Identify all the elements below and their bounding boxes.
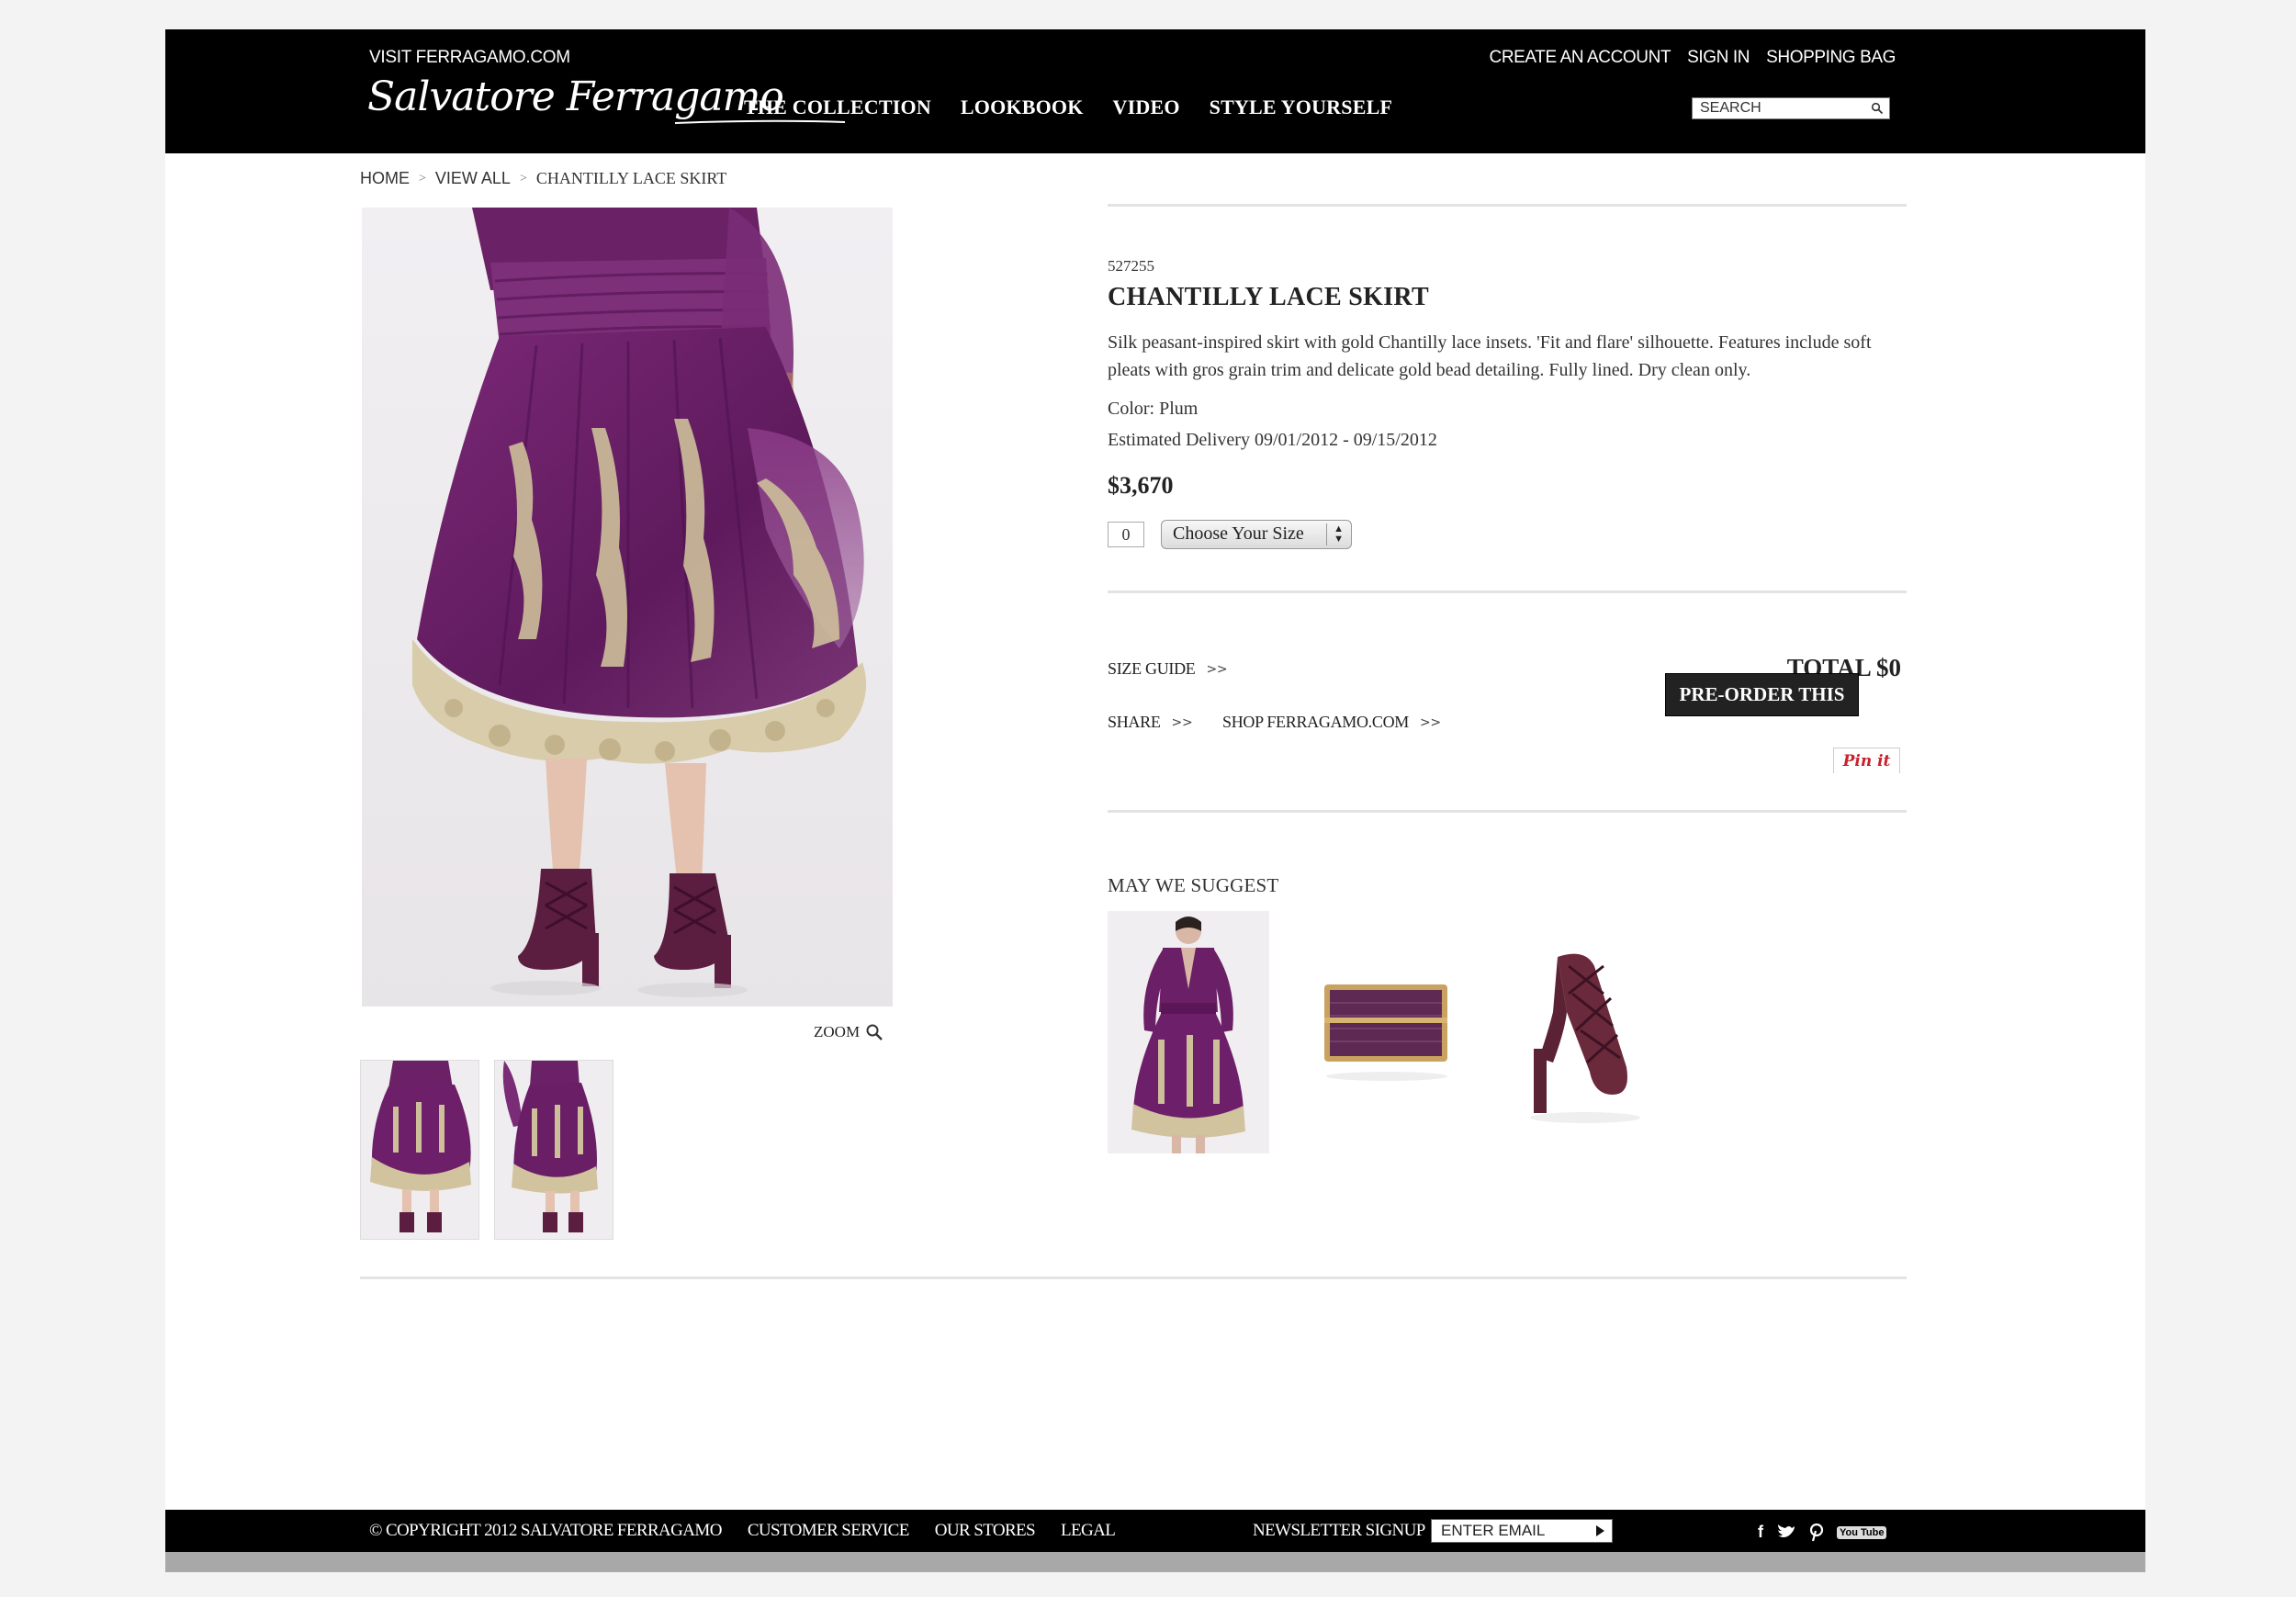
suggestion-dress[interactable] <box>1108 911 1269 1153</box>
dress-photo <box>1108 911 1269 1153</box>
quantity-field[interactable]: 0 <box>1108 522 1144 547</box>
suggestion-sandal[interactable] <box>1503 911 1664 1153</box>
estimated-delivery: Estimated Delivery 09/01/2012 - 09/15/20… <box>1108 430 1437 450</box>
divider <box>1108 590 1907 593</box>
breadcrumb-separator: > <box>519 171 527 186</box>
suggestion-clutch[interactable] <box>1306 911 1468 1153</box>
breadcrumb-home[interactable]: HOME <box>360 169 410 188</box>
size-guide-link[interactable]: SIZE GUIDE >> <box>1108 659 1228 679</box>
product-price: $3,670 <box>1108 472 1174 499</box>
newsletter-box <box>1431 1519 1613 1543</box>
updown-arrows-icon: ▲ ▼ <box>1334 523 1344 545</box>
thumbnail-front-photo <box>361 1061 478 1239</box>
nav-style-yourself[interactable]: STYLE YOURSELF <box>1210 96 1392 119</box>
sandal-photo <box>1503 911 1664 1153</box>
skirt-photo <box>362 208 893 1007</box>
main-nav: THE COLLECTION LOOKBOOK VIDEO STYLE YOUR… <box>744 96 1392 119</box>
site-header: VISIT FERRAGAMO.COM Salvatore Ferragamo … <box>165 29 2145 153</box>
thumbnail-side-photo <box>495 1061 613 1239</box>
breadcrumb: HOME > VIEW ALL > CHANTILLY LACE SKIRT <box>360 169 726 188</box>
search-input[interactable] <box>1700 100 1856 117</box>
select-divider <box>1326 523 1327 545</box>
thumbnail-1[interactable] <box>360 1060 479 1240</box>
youtube-icon[interactable]: You Tube <box>1837 1525 1887 1539</box>
facebook-icon[interactable]: f <box>1758 1523 1763 1542</box>
shopping-bag-link[interactable]: SHOPPING BAG <box>1766 48 1896 68</box>
breadcrumb-current: CHANTILLY LACE SKIRT <box>535 169 727 187</box>
shop-ferragamo-label: SHOP FERRAGAMO.COM <box>1222 713 1409 731</box>
product-title: CHANTILLY LACE SKIRT <box>1108 283 1429 311</box>
footer-customer-service[interactable]: CUSTOMER SERVICE <box>748 1521 910 1541</box>
newsletter-email-input[interactable] <box>1441 1523 1579 1539</box>
pinterest-pin-button[interactable]: Pin it <box>1833 748 1900 773</box>
site-footer: © COPYRIGHT 2012 SALVATORE FERRAGAMO CUS… <box>165 1510 2145 1552</box>
product-color: Color: Plum <box>1108 399 1199 419</box>
product-main-image[interactable] <box>362 208 893 1007</box>
brand-logo[interactable]: Salvatore Ferragamo <box>367 73 784 120</box>
twitter-icon[interactable] <box>1776 1524 1796 1541</box>
footer-legal[interactable]: LEGAL <box>1061 1521 1116 1541</box>
share-label: SHARE <box>1108 713 1161 731</box>
newsletter-label: NEWSLETTER SIGNUP <box>1253 1521 1425 1540</box>
product-sku: 527255 <box>1108 257 1154 275</box>
zoom-label: ZOOM <box>814 1023 861 1040</box>
footer-stripe <box>165 1552 2145 1572</box>
logo-swash <box>674 119 846 124</box>
divider <box>1108 204 1907 207</box>
submit-arrow-icon[interactable] <box>1592 1523 1608 1539</box>
footer-links: © COPYRIGHT 2012 SALVATORE FERRAGAMO CUS… <box>369 1521 1116 1541</box>
nav-video[interactable]: VIDEO <box>1113 96 1180 119</box>
content-bottom-divider <box>360 1276 1907 1279</box>
breadcrumb-separator: > <box>419 171 426 186</box>
zoom-button[interactable]: ZOOM <box>814 1023 884 1041</box>
footer-our-stores[interactable]: OUR STORES <box>935 1521 1036 1541</box>
size-select-value: Choose Your Size <box>1173 523 1304 544</box>
size-select[interactable]: Choose Your Size ▲ ▼ <box>1161 520 1352 549</box>
social-links: f You Tube <box>1758 1523 1887 1542</box>
account-links: CREATE AN ACCOUNT SIGN IN SHOPPING BAG <box>1490 48 1896 68</box>
page: VISIT FERRAGAMO.COM Salvatore Ferragamo … <box>165 29 2145 1572</box>
double-chevron-icon: >> <box>1419 714 1441 730</box>
breadcrumb-view-all[interactable]: VIEW ALL <box>435 169 511 188</box>
preorder-button[interactable]: PRE-ORDER THIS ITEM <box>1665 673 1859 747</box>
size-guide-label: SIZE GUIDE <box>1108 659 1196 678</box>
sign-in-link[interactable]: SIGN IN <box>1687 48 1750 68</box>
product-description: Silk peasant-inspired skirt with gold Ch… <box>1108 332 1872 380</box>
shop-ferragamo-link[interactable]: SHOP FERRAGAMO.COM >> <box>1222 713 1441 732</box>
suggestions-heading: MAY WE SUGGEST <box>1108 874 1279 896</box>
thumbnail-2[interactable] <box>494 1060 613 1240</box>
share-link[interactable]: SHARE >> <box>1108 713 1193 732</box>
copyright-text: © COPYRIGHT 2012 SALVATORE FERRAGAMO <box>369 1521 722 1540</box>
nav-lookbook[interactable]: LOOKBOOK <box>961 96 1084 119</box>
double-chevron-icon: >> <box>1171 714 1193 730</box>
magnifier-icon <box>866 1024 883 1040</box>
clutch-photo <box>1306 911 1468 1153</box>
pinterest-icon[interactable] <box>1809 1523 1824 1542</box>
create-account-link[interactable]: CREATE AN ACCOUNT <box>1490 48 1671 68</box>
nav-the-collection[interactable]: THE COLLECTION <box>744 96 931 119</box>
search-icon[interactable] <box>1871 102 1884 115</box>
divider <box>1108 810 1907 813</box>
double-chevron-icon: >> <box>1206 661 1228 677</box>
visit-ferragamo-link[interactable]: VISIT FERRAGAMO.COM <box>369 48 570 68</box>
search-box <box>1692 97 1890 119</box>
